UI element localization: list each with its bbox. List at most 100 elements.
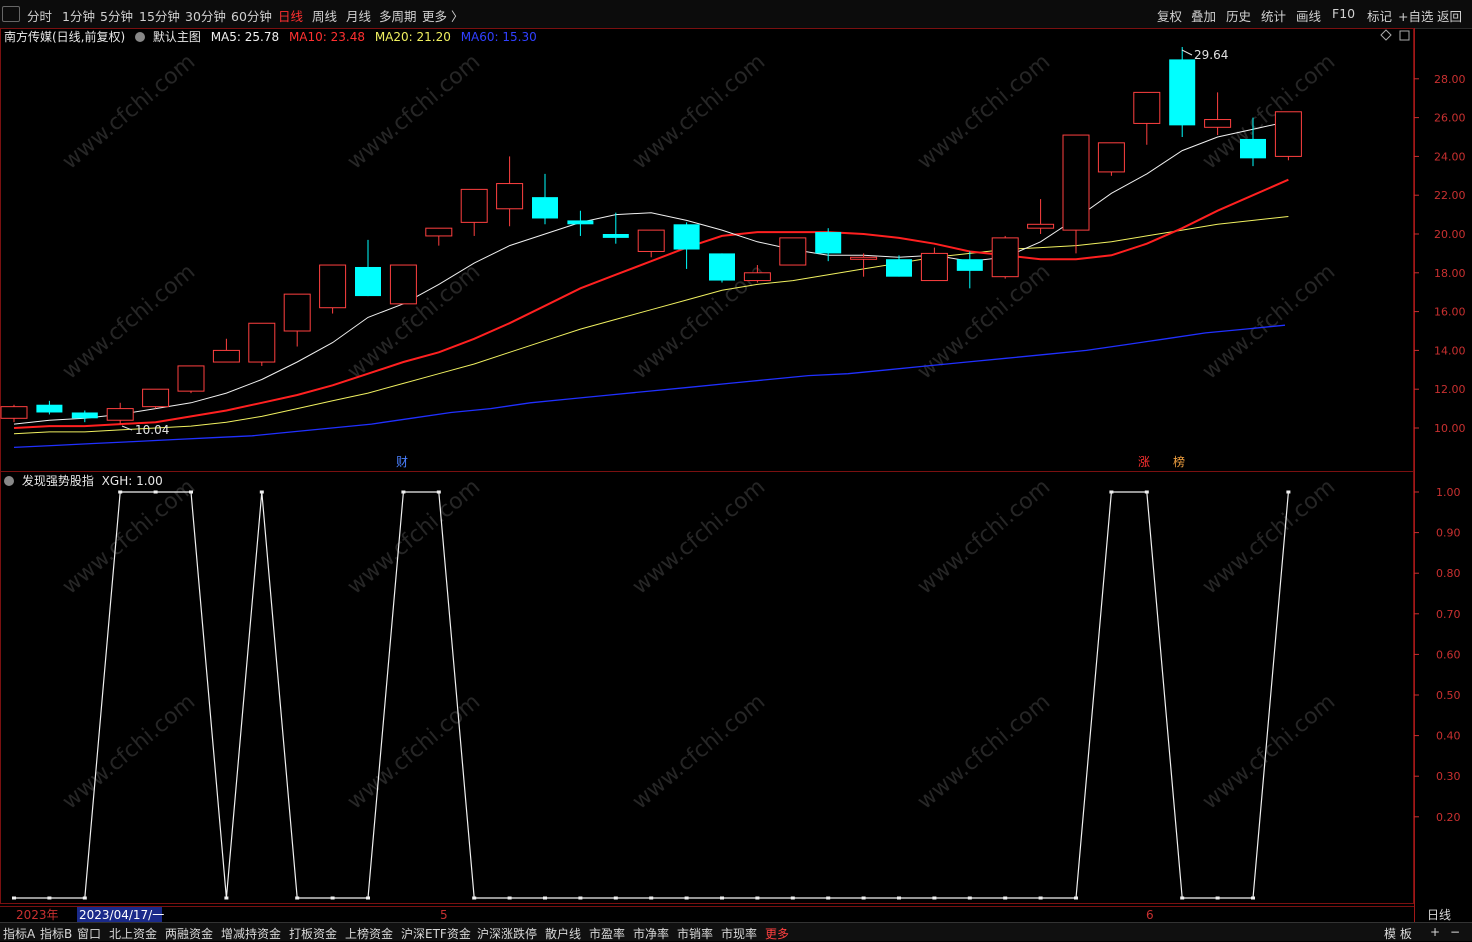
candle	[177, 365, 205, 394]
candle-body	[389, 264, 417, 305]
bottom-tab-10[interactable]: 散户线	[545, 925, 581, 942]
indicator-legend: 发现强势股指 XGH: 1.00	[4, 472, 163, 489]
bottom-tab-15[interactable]: 更多	[765, 925, 789, 942]
candle-body	[248, 322, 276, 363]
candle	[567, 210, 594, 236]
bottom-tab-4[interactable]: 两融资金	[165, 925, 213, 942]
candle-body	[1274, 111, 1302, 157]
candle	[1133, 91, 1161, 145]
bottom-tab-7[interactable]: 上榜资金	[345, 925, 393, 942]
xgh-point	[755, 896, 760, 900]
indicator-axis-label: 0.30	[1436, 770, 1461, 783]
candle-body	[743, 272, 771, 282]
candle	[1062, 134, 1090, 254]
high-pointer	[1181, 49, 1193, 56]
ma5-value: MA5: 25.78	[210, 30, 280, 44]
watermark-text: www.cfchi.com	[343, 689, 485, 814]
candle-body	[71, 412, 98, 419]
ma60-line	[13, 324, 1286, 449]
bottom-tab-5[interactable]: 增减持资金	[221, 925, 281, 942]
indicator-axis-label: 0.60	[1436, 648, 1461, 661]
bottom-right-control-1[interactable]: +	[1430, 925, 1440, 939]
marker-zhang: 涨	[1138, 454, 1150, 469]
kline-chart[interactable]: www.cfchi.com www.cfchi.com www.cfchi.com w…	[0, 0, 1472, 940]
watermark-text: www.cfchi.com	[628, 474, 770, 599]
candle-body	[0, 406, 28, 419]
panel-maximize-icon	[1399, 30, 1410, 41]
xgh-point	[366, 896, 370, 900]
bottom-tab-8[interactable]: 沪深ETF资金	[401, 925, 471, 942]
candle-body	[460, 188, 488, 223]
candle-body	[991, 237, 1019, 278]
bottom-tab-1[interactable]: 指标B	[40, 925, 72, 942]
candle	[815, 228, 842, 262]
xgh-point	[684, 896, 689, 900]
indicator-settings-icon[interactable]	[4, 476, 14, 486]
indicator-axis-label: 0.90	[1436, 527, 1461, 540]
candle-body	[177, 365, 205, 392]
bottom-tab-3[interactable]: 北上资金	[109, 925, 157, 942]
watermark-text: www.cfchi.com	[343, 474, 485, 599]
candle-body	[425, 227, 453, 237]
candle	[532, 173, 558, 225]
candle	[319, 264, 347, 314]
candle-body	[567, 220, 594, 225]
xgh-point	[932, 896, 937, 900]
candle	[779, 237, 807, 266]
bottom-tab-9[interactable]: 沪深涨跌停	[477, 925, 537, 942]
xgh-point	[1144, 490, 1149, 494]
bottom-tab-2[interactable]: 窗口	[77, 925, 101, 942]
candle	[920, 247, 948, 282]
xgh-point	[47, 896, 52, 900]
candle-body	[283, 293, 311, 332]
xgh-point	[578, 896, 583, 900]
low-price-label: 10.04	[135, 423, 169, 437]
settings-circle-icon[interactable]	[135, 32, 146, 42]
candle-body	[956, 259, 983, 271]
xgh-point	[507, 896, 512, 900]
high-price-label: 29.64	[1194, 48, 1228, 62]
candle-body	[532, 197, 558, 219]
candle	[496, 156, 524, 227]
watermark-text: www.cfchi.com	[58, 474, 200, 599]
price-axis-label: 22.00	[1434, 189, 1466, 202]
candle-body	[815, 232, 842, 254]
candle-body	[850, 256, 878, 260]
xgh-point	[401, 490, 406, 494]
bottom-tab-13[interactable]: 市销率	[677, 925, 713, 942]
watermark-text: www.cfchi.com	[913, 689, 1055, 814]
xgh-point	[1215, 896, 1220, 900]
candle-body	[496, 183, 524, 210]
candle-body	[106, 408, 134, 421]
candle-body	[920, 252, 948, 282]
watermark-text: www.cfchi.com	[1198, 259, 1340, 384]
bottom-right-control-2[interactable]: −	[1450, 925, 1460, 939]
candle	[36, 400, 63, 415]
xgh-point	[1074, 896, 1078, 900]
xgh-point	[472, 896, 477, 900]
candle	[389, 264, 417, 305]
xgh-point	[1180, 896, 1185, 900]
candle	[106, 402, 134, 425]
bottom-tab-0[interactable]: 指标A	[3, 925, 35, 942]
bottom-tab-11[interactable]: 市盈率	[589, 925, 625, 942]
bottom-right-control-0[interactable]: 模 板	[1384, 925, 1412, 942]
watermark-text: www.cfchi.com	[1198, 49, 1340, 174]
candle	[673, 222, 700, 269]
candle-body	[1062, 134, 1090, 231]
candle	[71, 410, 98, 423]
template-name[interactable]: 默认主图	[153, 30, 201, 44]
watermark-text: www.cfchi.com	[628, 689, 770, 814]
candle-body	[355, 266, 381, 297]
bottom-tab-12[interactable]: 市净率	[633, 925, 669, 942]
stock-name[interactable]: 南方传媒(日线,前复权)	[4, 30, 125, 44]
month-6-label: 6	[1146, 908, 1154, 922]
bottom-tab-14[interactable]: 市现率	[721, 925, 757, 942]
main-legend: 南方传媒(日线,前复权) 默认主图 MA5: 25.78 MA10: 23.48…	[4, 28, 537, 45]
bottom-tab-6[interactable]: 打板资金	[289, 925, 337, 942]
candle-body	[212, 349, 240, 363]
price-axis-label: 28.00	[1434, 73, 1466, 86]
indicator-title[interactable]: 发现强势股指	[22, 474, 94, 488]
candle-body	[1133, 91, 1161, 124]
watermark-text: www.cfchi.com	[1198, 474, 1340, 599]
